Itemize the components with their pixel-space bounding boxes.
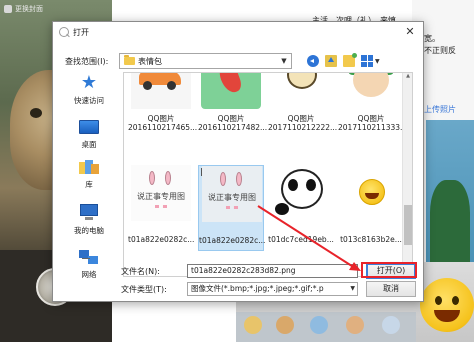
annotation-arrow bbox=[257, 205, 361, 271]
